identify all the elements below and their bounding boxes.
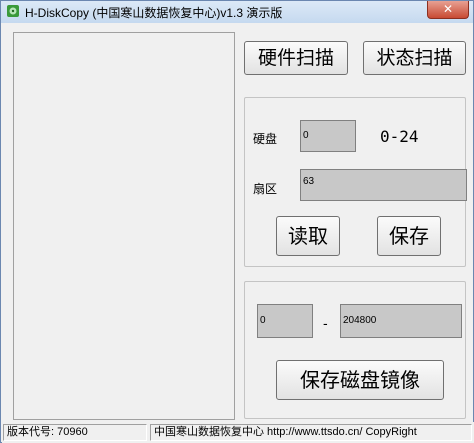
range-separator: - <box>323 315 328 331</box>
save-disk-image-button[interactable]: 保存磁盘镜像 <box>276 360 444 400</box>
sector-input[interactable]: 63 <box>300 169 467 201</box>
copyright-text: 中国寒山数据恢复中心 http://www.ttsdo.cn/ CopyRigh… <box>150 424 472 441</box>
disk-label: 硬盘 <box>253 132 278 146</box>
sector-label: 扇区 <box>253 182 278 196</box>
image-end-input[interactable]: 204800 <box>340 304 462 338</box>
image-start-input[interactable]: 0 <box>257 304 313 338</box>
image-save-group: 0 - 204800 保存磁盘镜像 <box>244 281 466 419</box>
disk-app-icon <box>7 5 19 17</box>
disk-number-input[interactable]: 0 <box>300 120 356 152</box>
version-text: 版本代号: 70960 <box>3 424 147 441</box>
disk-range-text: 0-24 <box>380 127 419 146</box>
read-button[interactable]: 读取 <box>276 216 340 256</box>
title-bar[interactable]: H-DiskCopy (中国寒山数据恢复中心)v1.3 演示版 ✕ <box>1 1 473 23</box>
disk-list[interactable] <box>13 32 235 420</box>
save-button[interactable]: 保存 <box>377 216 441 256</box>
status-bar: 版本代号: 70960 中国寒山数据恢复中心 http://www.ttsdo.… <box>2 422 474 443</box>
close-icon: ✕ <box>442 2 454 16</box>
status-scan-button[interactable]: 状态扫描 <box>363 41 466 75</box>
close-button[interactable]: ✕ <box>427 1 469 19</box>
window-title: H-DiskCopy (中国寒山数据恢复中心)v1.3 演示版 <box>25 6 283 20</box>
disk-sector-group: 硬盘 0 0-24 扇区 63 读取 保存 <box>244 97 467 267</box>
app-window: H-DiskCopy (中国寒山数据恢复中心)v1.3 演示版 ✕ 硬件扫描 状… <box>0 0 474 443</box>
hardware-scan-button[interactable]: 硬件扫描 <box>244 41 348 75</box>
client-area: 硬件扫描 状态扫描 硬盘 0 0-24 扇区 63 读取 保存 0 - 2048… <box>4 25 470 421</box>
